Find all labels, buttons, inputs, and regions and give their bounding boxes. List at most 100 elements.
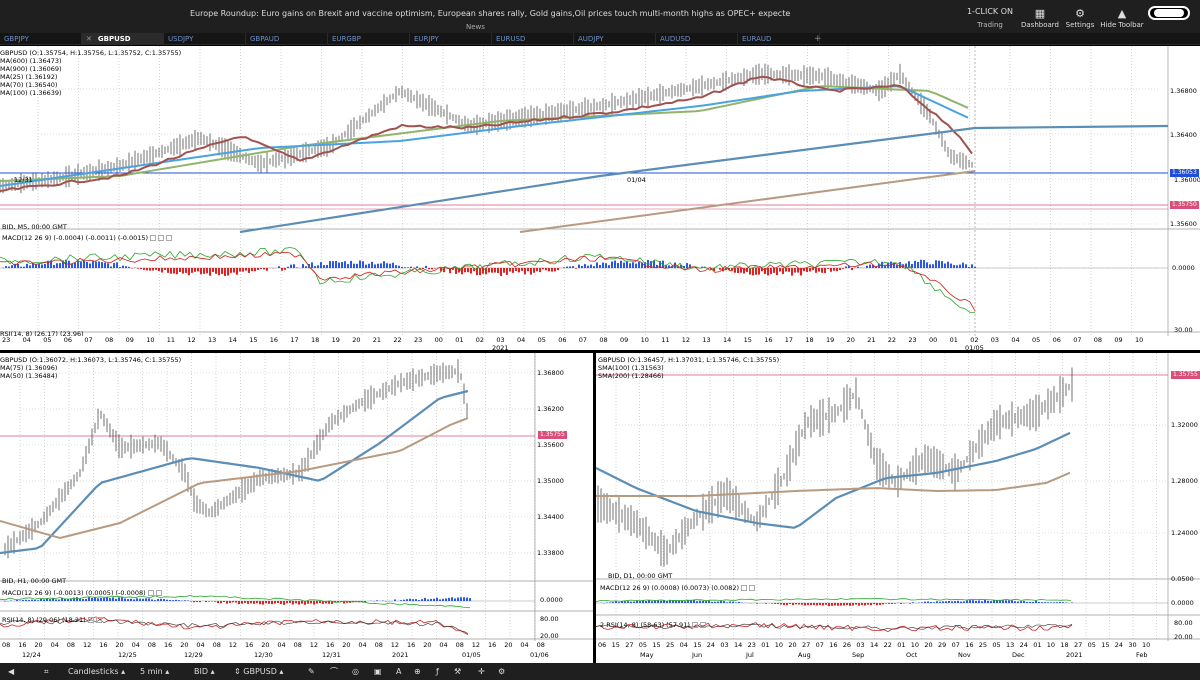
x-tick: 04 [1011, 336, 1020, 344]
h1-ytick: 1.33800 [537, 549, 564, 557]
tab-usdjpy[interactable]: USDJPY [164, 33, 246, 45]
macd-bar [974, 266, 976, 268]
indicator-icon[interactable]: ƒ [436, 666, 439, 677]
x-tick: 01 [1033, 641, 1042, 649]
price-tag-red: 1.35755 [538, 431, 567, 439]
macd-bar [699, 600, 701, 603]
x-date: 2021 [1066, 651, 1083, 659]
pane-control[interactable] [150, 235, 157, 241]
settings-icon[interactable]: ⚙ [498, 666, 505, 677]
text-tool-icon[interactable]: A [396, 666, 401, 677]
tab-label: AUDUSD [660, 35, 691, 43]
macd-bar [37, 600, 39, 601]
tab-gbpusd[interactable]: ✕ GBPUSD [82, 33, 164, 45]
main-chart-panel[interactable]: GBPUSD (O:1.35754, H:1.35756, L:1.35752,… [0, 46, 1200, 350]
arrow-left-icon[interactable]: ◀ [8, 666, 14, 677]
d1-x-axis: 06 15 27 05 15 25 04 15 24 03 14 23 01 10 20 27 07 16 26 03… [596, 641, 1200, 663]
eye-off-icon[interactable]: ◎ [352, 666, 359, 677]
macd-bar [816, 603, 818, 606]
x-tick: 20 [846, 336, 855, 344]
tab-audjpy[interactable]: AUDJPY [574, 33, 656, 45]
macd-bar [158, 268, 160, 271]
d1-chart-panel[interactable]: GBPUSD (O:1.36457, H:1.37031, L:1.35746,… [596, 353, 1200, 663]
x-tick: 05 [1032, 336, 1041, 344]
pane-control[interactable] [749, 585, 756, 591]
macd-bar [920, 259, 922, 268]
macd-bar [696, 601, 698, 603]
macd-bar [430, 598, 432, 601]
tab-euraud[interactable]: EURAUD [738, 33, 820, 45]
pane-control[interactable] [147, 590, 154, 596]
magnet-icon[interactable]: ⌒ [330, 666, 338, 677]
symbol-select[interactable]: ⇕ GBPUSD ▴ [234, 666, 283, 677]
macd-bar [442, 598, 444, 601]
tab-eurjpy[interactable]: EURJPY [410, 33, 492, 45]
macd-bar [881, 261, 883, 268]
close-icon[interactable]: ✕ [86, 35, 92, 43]
price-tag-red: 1.35755 [1171, 371, 1200, 379]
crop-icon[interactable]: ⌗ [44, 666, 49, 677]
macd-bar [398, 265, 400, 268]
x-date: Dec [1012, 651, 1025, 659]
chart-type-select[interactable]: Candlesticks ▴ [68, 666, 125, 677]
one-click-trading-button[interactable]: 1-CLICK ON Trading [962, 7, 1018, 29]
macd-bar [86, 262, 88, 268]
add-tab-button[interactable]: + [814, 33, 822, 45]
pane-control[interactable] [95, 617, 102, 623]
macd-bar [729, 601, 731, 603]
macd-bar [843, 603, 845, 606]
zoom-icon[interactable]: ⊕ [414, 666, 421, 677]
tab-gbpjpy[interactable]: GBPJPY [0, 33, 82, 45]
news-ticker[interactable]: Europe Roundup: Euro gains on Brexit and… [190, 9, 790, 18]
tab-eurgbp[interactable]: EURGBP [328, 33, 410, 45]
price-side-select[interactable]: BID ▴ [194, 666, 215, 677]
h1-chart-panel[interactable]: GBPUSD (O:1.36072, H:1.36073, L:1.35746,… [0, 353, 593, 663]
macd-bar [819, 603, 821, 606]
macd-bar [779, 268, 781, 272]
macd-bar [626, 261, 628, 268]
macd-bar [371, 261, 373, 268]
tab-gbpaud[interactable]: GBPAUD [246, 33, 328, 45]
pane-control[interactable] [155, 590, 162, 596]
x-tick: 01 [761, 641, 770, 649]
x-date: 2021 [492, 344, 509, 350]
macd-bar [509, 268, 511, 272]
crosshair-icon[interactable]: ✛ [478, 666, 485, 677]
pane-control[interactable] [741, 585, 748, 591]
timeframe-select[interactable]: 5 min ▴ [140, 666, 169, 677]
x-tick: 04 [277, 641, 286, 649]
tab-audusd[interactable]: AUDUSD [656, 33, 738, 45]
x-tick: 20 [504, 641, 513, 649]
macd-bar [187, 600, 189, 601]
pane-control[interactable] [87, 617, 94, 623]
pencil-icon[interactable]: ✎ [308, 666, 315, 677]
macd-bar [100, 598, 102, 601]
lock-icon[interactable]: ▣ [374, 666, 382, 677]
macd-bar [614, 260, 616, 268]
x-tick: 19 [331, 336, 340, 344]
macd-bar [290, 264, 292, 268]
macd-bar [765, 603, 767, 604]
pane-control[interactable] [699, 622, 706, 628]
pane-control[interactable] [691, 622, 698, 628]
macd-bar [176, 268, 178, 275]
macd-bar [460, 597, 462, 601]
pane-control[interactable] [166, 235, 173, 241]
hide-toolbar-button[interactable]: ▲ Hide Toolbar [1097, 7, 1147, 29]
macd-bar [651, 601, 653, 603]
d1-chart-canvas[interactable] [596, 353, 1200, 663]
macd-bar [842, 268, 844, 269]
pane-control[interactable] [158, 235, 165, 241]
x-tick: 16 [269, 336, 279, 344]
macd-bar [857, 266, 859, 268]
main-macd-label: MACD(12 26 9) (-0.0004) (-0.0011) (-0.00… [2, 234, 173, 242]
tab-eurusd[interactable]: EURUSD [492, 33, 574, 45]
x-tick: 23 [908, 336, 917, 344]
macd-bar [256, 601, 258, 604]
x-tick: 16 [99, 641, 108, 649]
x-tick: 01 [455, 336, 464, 344]
macd-bar [557, 268, 559, 271]
tools-icon[interactable]: ⚒ [454, 666, 461, 677]
macd-bar [1029, 601, 1031, 603]
news-label[interactable]: News [466, 23, 485, 31]
